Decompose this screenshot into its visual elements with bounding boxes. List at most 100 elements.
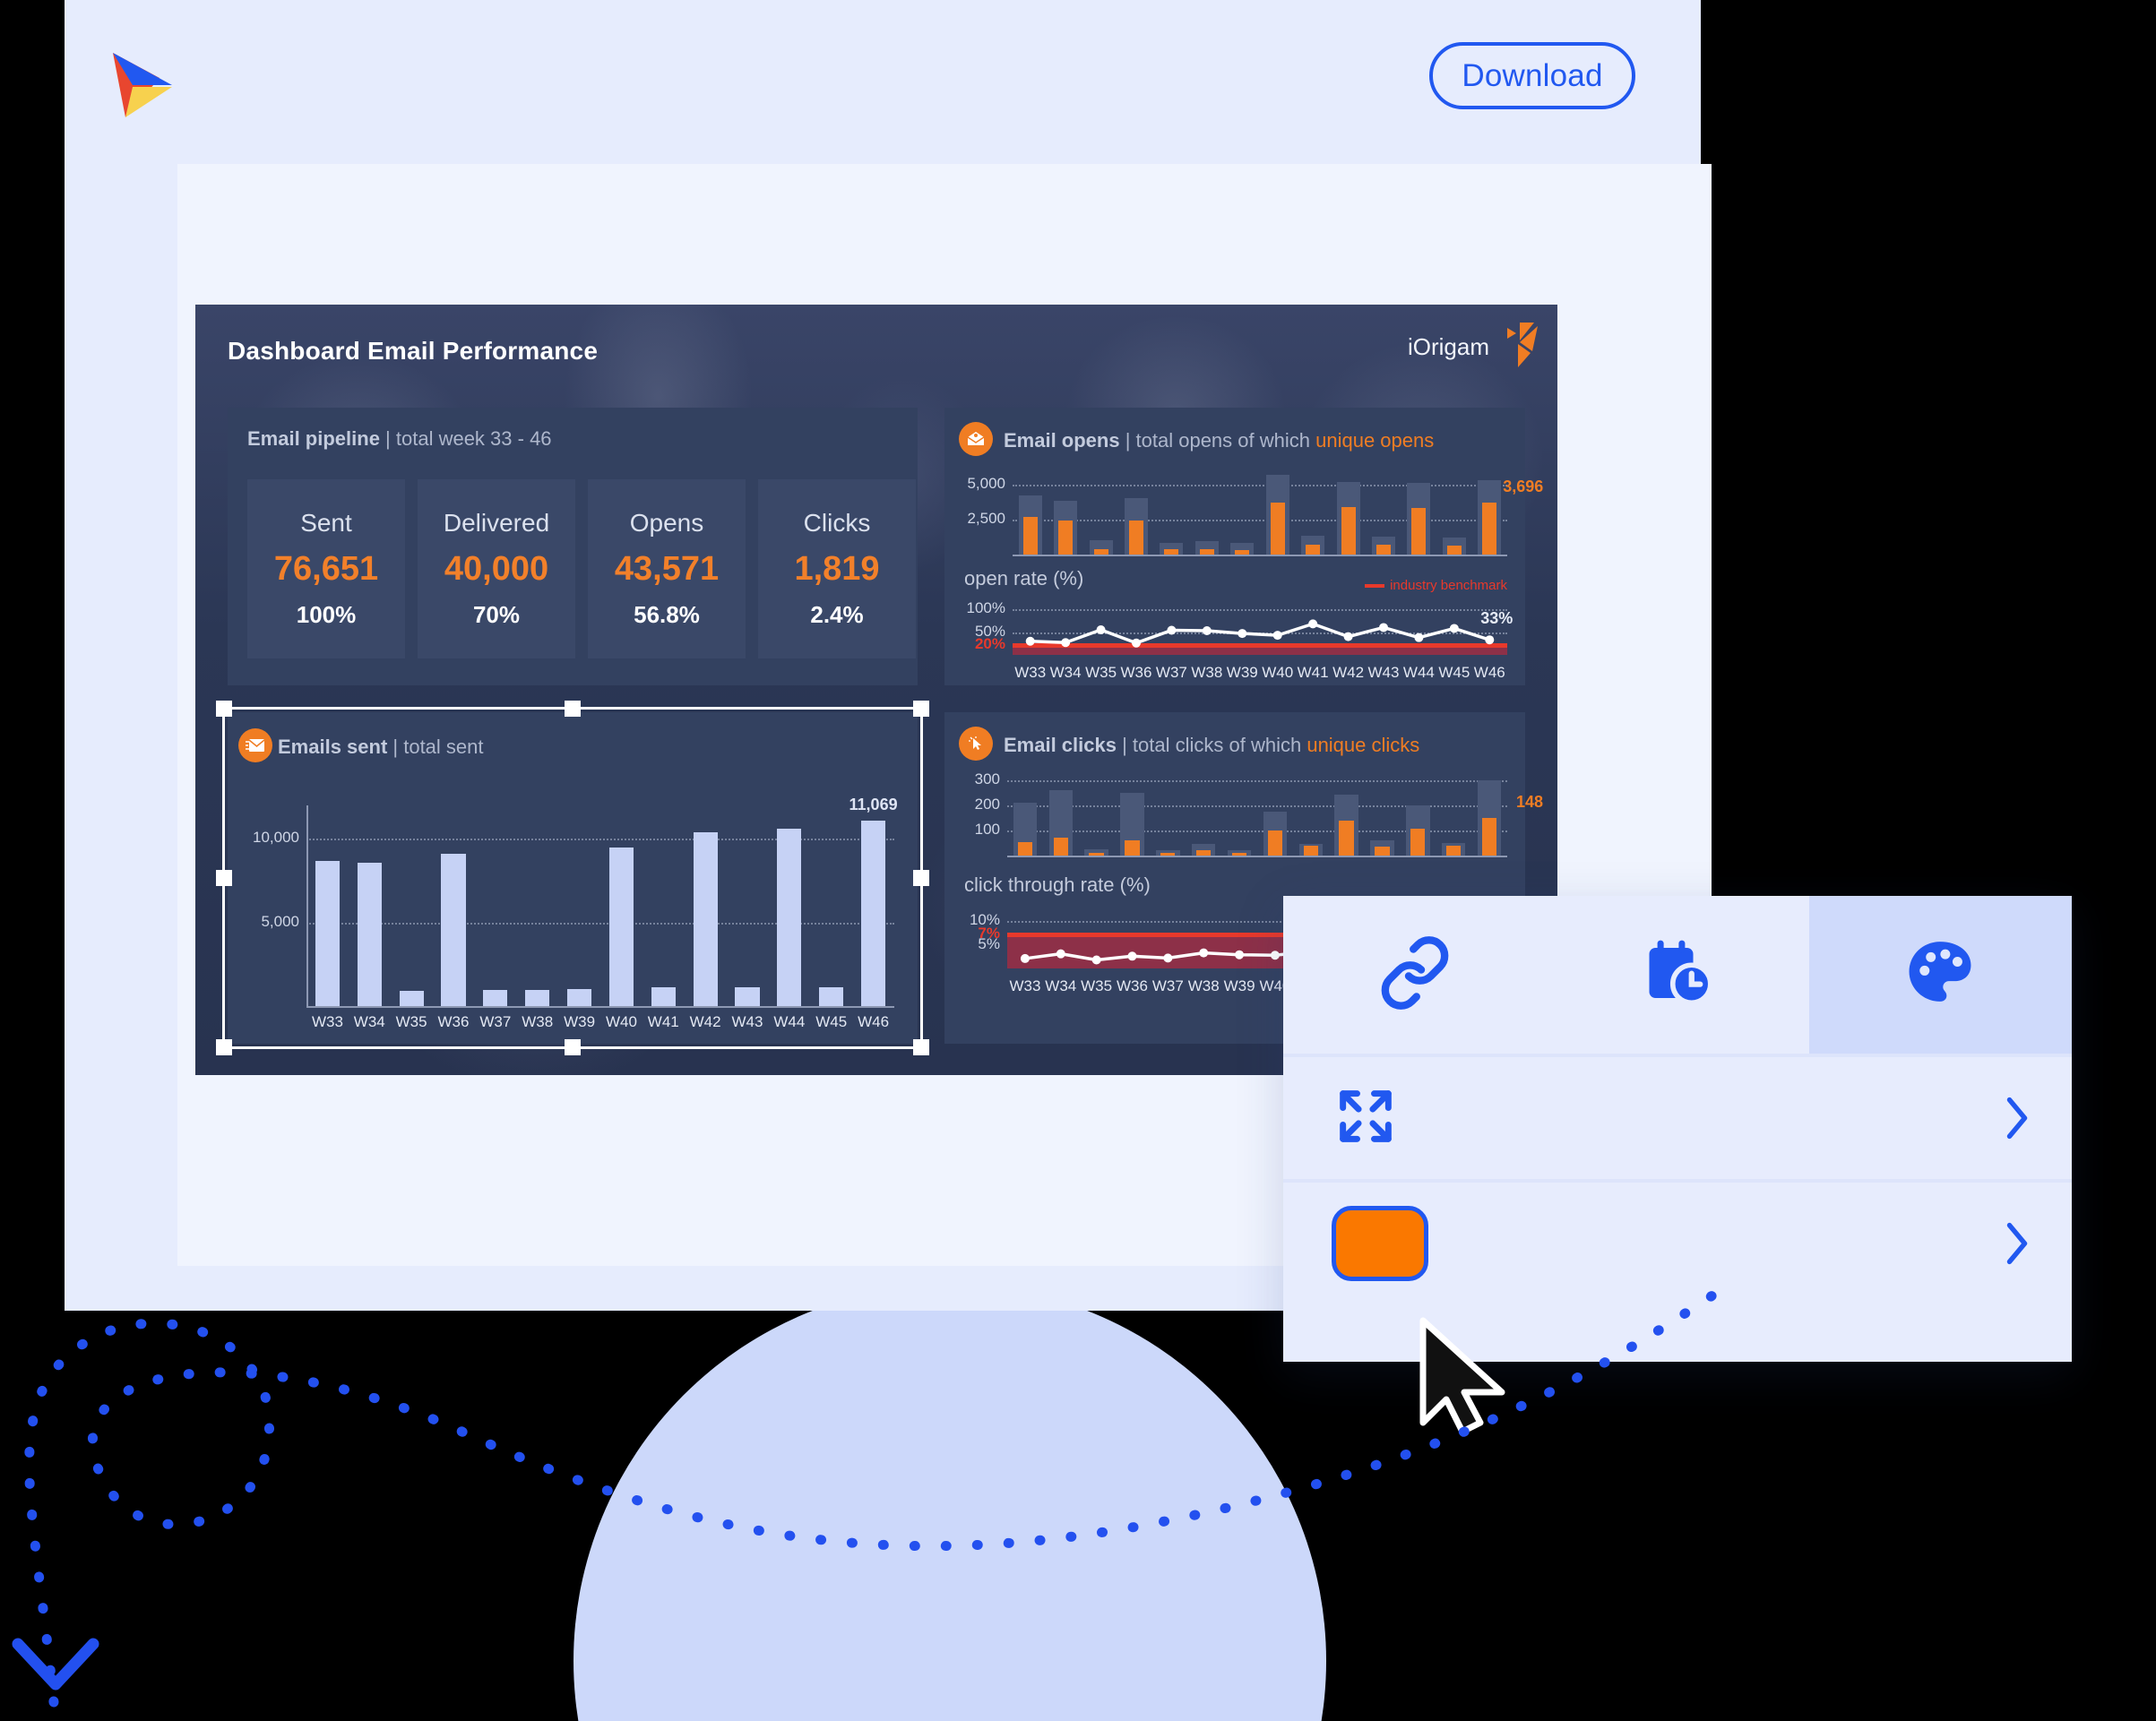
selection-handle-se[interactable] xyxy=(913,1039,929,1055)
x-axis-tick: W35 xyxy=(1081,977,1113,994)
x-axis-tick: W36 xyxy=(1117,977,1148,994)
tab-link[interactable] xyxy=(1283,896,1546,1054)
click-cursor-icon xyxy=(959,727,993,761)
legend-dash xyxy=(1365,583,1385,588)
x-axis-tick: W37 xyxy=(1151,977,1184,994)
opens-subtitle: | total opens of which xyxy=(1119,429,1316,452)
kpi-label: Sent xyxy=(300,509,352,537)
email-clicks-chart: 100 200 300 148 xyxy=(944,764,1543,868)
clicks-title: Email clicks xyxy=(1004,734,1117,756)
kpi-card: Clicks 1,819 2.4% xyxy=(758,479,916,658)
tab-style[interactable] xyxy=(1808,896,2072,1054)
x-axis-tick: W34 xyxy=(1049,664,1082,681)
kpi-percent: 70% xyxy=(472,601,521,628)
bar xyxy=(1231,852,1247,856)
kpi-card: Delivered 40,000 70% xyxy=(418,479,575,658)
expand-arrows-icon xyxy=(1332,1082,1400,1155)
bar xyxy=(1125,840,1140,856)
kpi-value: 43,571 xyxy=(614,550,720,588)
x-axis-tick: W39 xyxy=(1223,977,1255,994)
bar xyxy=(1303,845,1318,856)
calendar-clock-icon xyxy=(1640,935,1715,1015)
mouse-cursor xyxy=(1416,1317,1514,1442)
bar xyxy=(1267,830,1283,856)
bar xyxy=(1199,548,1214,555)
gridline xyxy=(1007,779,1507,782)
bar xyxy=(1089,853,1104,856)
email-pipeline-panel: Email pipeline | total week 33 - 46 Sent… xyxy=(228,408,918,685)
selection-handle-sw[interactable] xyxy=(216,1039,232,1055)
industry-benchmark-legend: industry benchmark xyxy=(1365,578,1507,593)
clicks-header: Email clicks | total clicks of which uni… xyxy=(1004,734,1419,757)
bar xyxy=(1196,849,1212,856)
popup-tab-strip xyxy=(1283,896,2072,1054)
bar-data-label: 3,696 xyxy=(1503,478,1544,496)
bar-data-label: 148 xyxy=(1516,793,1544,812)
open-envelope-icon xyxy=(959,422,993,456)
x-axis-tick: W42 xyxy=(1332,664,1365,681)
opens-title: Email opens xyxy=(1004,429,1120,452)
x-axis-tick: W41 xyxy=(1297,664,1329,681)
bar xyxy=(1306,545,1321,555)
email-opens-chart: 2,500 5,000 3,696 xyxy=(944,458,1543,565)
open-rate-title: open rate (%) xyxy=(964,567,1084,589)
chevron-right-icon xyxy=(2002,1093,2032,1143)
kpi-value: 40,000 xyxy=(444,550,549,588)
bar xyxy=(1128,520,1144,555)
kpi-label: Opens xyxy=(629,509,704,537)
clicks-accent: unique clicks xyxy=(1307,734,1420,756)
bar xyxy=(1376,545,1392,555)
pipeline-subtitle: | total week 33 - 46 xyxy=(379,427,552,450)
bar xyxy=(1411,507,1427,555)
color-swatch[interactable] xyxy=(1332,1206,1428,1281)
screen: Download Dashboard Email Performance iOr… xyxy=(0,0,2156,1721)
origami-bird-icon xyxy=(1498,321,1539,374)
x-axis-tick: W34 xyxy=(1045,977,1077,994)
dashboard-title: Dashboard Email Performance xyxy=(228,337,599,365)
selection-handle-nw[interactable] xyxy=(216,701,232,717)
y-axis-label: 300 xyxy=(974,770,1000,787)
selection-handle-ne[interactable] xyxy=(913,701,929,717)
bar xyxy=(1446,846,1462,856)
selection-handle-s[interactable] xyxy=(565,1039,581,1055)
bar xyxy=(1235,549,1250,555)
x-axis-line xyxy=(1013,555,1507,556)
x-axis-tick: W46 xyxy=(1473,664,1505,681)
bar xyxy=(1481,818,1497,856)
bar xyxy=(1022,516,1038,555)
selection-handle-e[interactable] xyxy=(913,870,929,886)
x-axis-tick: W33 xyxy=(1014,664,1047,681)
x-axis-tick: W33 xyxy=(1009,977,1041,994)
selection-handle-w[interactable] xyxy=(216,870,232,886)
color-row[interactable] xyxy=(1283,1179,2072,1304)
kpi-value: 1,819 xyxy=(794,550,880,588)
x-axis-tick: W35 xyxy=(1085,664,1117,681)
ctr-title: click through rate (%) xyxy=(964,873,1151,896)
x-axis-tick: W44 xyxy=(1402,664,1435,681)
selection-handle-n[interactable] xyxy=(565,701,581,717)
pipeline-title: Email pipeline xyxy=(247,427,380,450)
x-axis-tick: W40 xyxy=(1262,664,1294,681)
download-button[interactable]: Download xyxy=(1429,42,1635,109)
y-axis-label: 5,000 xyxy=(967,474,1005,492)
email-opens-panel: Email opens | total opens of which uniqu… xyxy=(944,408,1543,685)
kpi-percent: 100% xyxy=(296,601,357,628)
bar xyxy=(1053,837,1068,856)
opens-accent: unique opens xyxy=(1315,429,1435,452)
iorigam-brand: iOrigam xyxy=(1408,321,1539,374)
y-axis-label: 2,500 xyxy=(967,509,1005,527)
bar xyxy=(1164,548,1179,555)
x-axis-tick: W36 xyxy=(1120,664,1152,681)
kpi-row: Sent 76,651 100% Delivered 40,000 70% Op… xyxy=(247,479,916,658)
bar xyxy=(1341,506,1356,555)
bar xyxy=(1058,521,1074,555)
tab-schedule[interactable] xyxy=(1546,896,1808,1054)
bar xyxy=(1160,853,1176,856)
resize-row[interactable] xyxy=(1283,1054,2072,1179)
x-axis-tick: W38 xyxy=(1191,664,1223,681)
gridline xyxy=(1013,484,1507,486)
kpi-label: Delivered xyxy=(443,509,550,537)
y-axis-label: 200 xyxy=(974,795,1000,813)
app-logo xyxy=(106,47,179,123)
bar xyxy=(1093,548,1108,555)
